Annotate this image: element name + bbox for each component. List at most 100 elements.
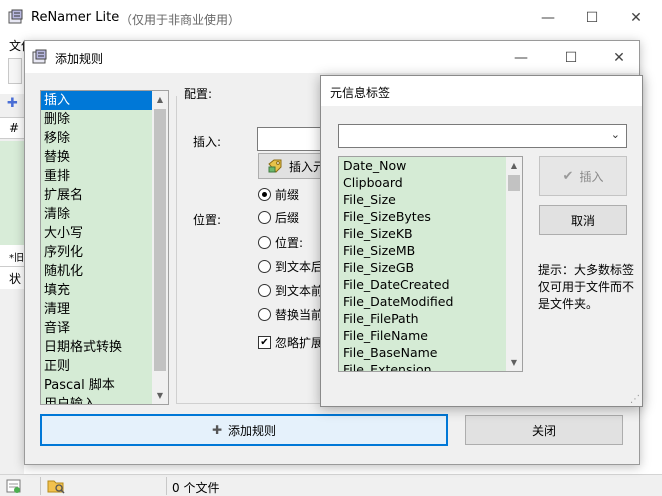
close-dialog-button[interactable]: 关闭 (465, 415, 623, 445)
maximize-button[interactable]: ☐ (572, 1, 612, 35)
position-option[interactable]: 前缀 (258, 186, 299, 203)
meta-insert-button[interactable]: ✔ 插入 (539, 156, 627, 196)
rule-list-item[interactable]: 移除 (41, 129, 168, 148)
toolbar-button-stub[interactable] (8, 58, 22, 84)
meta-tag-item[interactable]: File_FilePath (339, 310, 522, 327)
radio-button[interactable] (258, 308, 271, 321)
meta-dialog-title: 元信息标签 (330, 86, 391, 100)
add-rule-title-bar: 添加规则 — ☐ ✕ (25, 41, 639, 73)
rule-list-item[interactable]: 填充 (41, 281, 168, 300)
position-option-label: 后缀 (275, 211, 300, 225)
rule-list-item[interactable]: 序列化 (41, 243, 168, 262)
meta-tag-item[interactable]: File_Size (339, 191, 522, 208)
files-table-header: *旧 (0, 245, 24, 267)
meta-tag-item[interactable]: File_DateModified (339, 293, 522, 310)
main-window-subtitle: （仅用于非商业使用） (120, 13, 241, 27)
rules-table-header: # (0, 117, 24, 139)
scrollbar-thumb[interactable] (154, 109, 166, 371)
position-option-label: 到文本后 (275, 260, 324, 274)
rule-list-item[interactable]: 清除 (41, 205, 168, 224)
position-option[interactable]: 替换当前 (258, 306, 323, 323)
position-option-label: 前缀 (275, 188, 300, 202)
rules-list[interactable]: 插入 删除 移除 替换 重排 扩展名 清除 大小写 序列化 随机化 填充 清理 音译 日期格式转换 正则 Pa… (40, 90, 169, 405)
meta-list-scrollbar[interactable]: ▲ ▼ (506, 157, 522, 371)
meta-tag-item[interactable]: File_FileName (339, 327, 522, 344)
ignore-extension-checkbox[interactable]: ✔ (258, 336, 271, 349)
scroll-down-arrow-icon[interactable]: ▼ (152, 387, 168, 404)
dialog-close-button[interactable]: ✕ (599, 41, 639, 75)
add-rule-dialog-title: 添加规则 (55, 52, 104, 66)
maximize-icon: ☐ (585, 10, 599, 26)
files-column-status: 状 (9, 272, 22, 286)
rule-list-item[interactable]: 正则 (41, 357, 168, 376)
radio-button[interactable] (258, 284, 271, 297)
dialog-minimize-button[interactable]: — (501, 41, 541, 75)
insert-label: 插入: (193, 135, 222, 149)
rule-list-item[interactable]: Pascal 脚本 (41, 376, 168, 395)
position-option[interactable]: 后缀 (258, 209, 299, 226)
add-rule-button[interactable]: ✚ 添加规则 (40, 414, 448, 446)
position-option[interactable]: 位置: (258, 234, 303, 251)
meta-tags-list[interactable]: Date_Now Clipboard File_Size File_SizeBytes… (338, 156, 523, 372)
rule-list-item[interactable]: 插入 (41, 91, 168, 110)
rule-list-item[interactable]: 删除 (41, 110, 168, 129)
meta-tag-item[interactable]: File_BaseName (339, 344, 522, 361)
meta-tag-filter-combo[interactable]: ⌄ (338, 124, 627, 148)
rule-list-item[interactable]: 替换 (41, 148, 168, 167)
rule-list-item[interactable]: 大小写 (41, 224, 168, 243)
rule-list-item[interactable]: 用户输入 (41, 395, 168, 404)
plus-icon: ✚ (211, 423, 223, 437)
scroll-up-arrow-icon[interactable]: ▲ (152, 91, 168, 108)
meta-tag-item[interactable]: Date_Now (339, 157, 522, 174)
status-separator (40, 477, 41, 495)
rule-list-item[interactable]: 随机化 (41, 262, 168, 281)
rule-list-item[interactable]: 音译 (41, 319, 168, 338)
position-option[interactable]: 到文本前 (258, 282, 323, 299)
dialog-maximize-button[interactable]: ☐ (551, 41, 591, 75)
main-title-bar: ReNamer Lite （仅用于非商业使用） — ☐ ✕ (0, 0, 662, 36)
renamer-app-icon (32, 49, 47, 64)
meta-tag-item[interactable]: File_SizeBytes (339, 208, 522, 225)
close-icon: ✕ (613, 50, 625, 66)
resize-grip-icon[interactable]: ⋰ (630, 394, 640, 405)
chevron-down-icon[interactable]: ⌄ (611, 128, 620, 141)
meta-tag-item[interactable]: File_SizeKB (339, 225, 522, 242)
radio-button[interactable] (258, 236, 271, 249)
insert-text-input[interactable] (257, 127, 327, 151)
add-rule-plus-icon[interactable]: ✚ (7, 96, 18, 111)
minimize-button[interactable]: — (528, 1, 568, 35)
ignore-extension-option[interactable]: ✔ 忽略扩展 (258, 334, 323, 351)
meta-cancel-button[interactable]: 取消 (539, 205, 627, 235)
main-toolbar (0, 54, 24, 94)
position-option[interactable]: 到文本后 (258, 258, 323, 275)
radio-button[interactable] (258, 188, 271, 201)
close-icon: ✕ (630, 10, 642, 26)
rule-list-item[interactable]: 清理 (41, 300, 168, 319)
rule-list-item[interactable]: 扩展名 (41, 186, 168, 205)
rules-list-scrollbar[interactable]: ▲ ▼ (152, 91, 168, 404)
meta-tag-item[interactable]: File_DateCreated (339, 276, 522, 293)
meta-tag-item[interactable]: File_SizeGB (339, 259, 522, 276)
status-folder-icon[interactable] (47, 477, 65, 494)
rule-list-item[interactable]: 日期格式转换 (41, 338, 168, 357)
close-dialog-button-label: 关闭 (531, 423, 556, 438)
radio-button[interactable] (258, 211, 271, 224)
main-status-bar: 0 个文件 (0, 474, 662, 496)
meta-tag-item[interactable]: File_SizeMB (339, 242, 522, 259)
scroll-up-arrow-icon[interactable]: ▲ (506, 157, 522, 174)
add-rule-button-label: 添加规则 (228, 423, 277, 438)
status-list-icon[interactable] (6, 478, 22, 494)
rule-list-item[interactable]: 重排 (41, 167, 168, 186)
rules-table-area (0, 141, 24, 245)
radio-button[interactable] (258, 260, 271, 273)
meta-tag-item[interactable]: File_Extension (339, 361, 522, 371)
tag-icon (268, 159, 282, 173)
scroll-down-arrow-icon[interactable]: ▼ (506, 354, 522, 371)
position-label: 位置: (193, 213, 222, 227)
maximize-icon: ☐ (564, 50, 578, 66)
scrollbar-thumb[interactable] (508, 175, 520, 191)
files-status-column: 状 (0, 267, 24, 289)
close-window-button[interactable]: ✕ (616, 1, 656, 35)
meta-tag-item[interactable]: Clipboard (339, 174, 522, 191)
insert-meta-tag-button[interactable]: 插入元 (258, 153, 328, 179)
